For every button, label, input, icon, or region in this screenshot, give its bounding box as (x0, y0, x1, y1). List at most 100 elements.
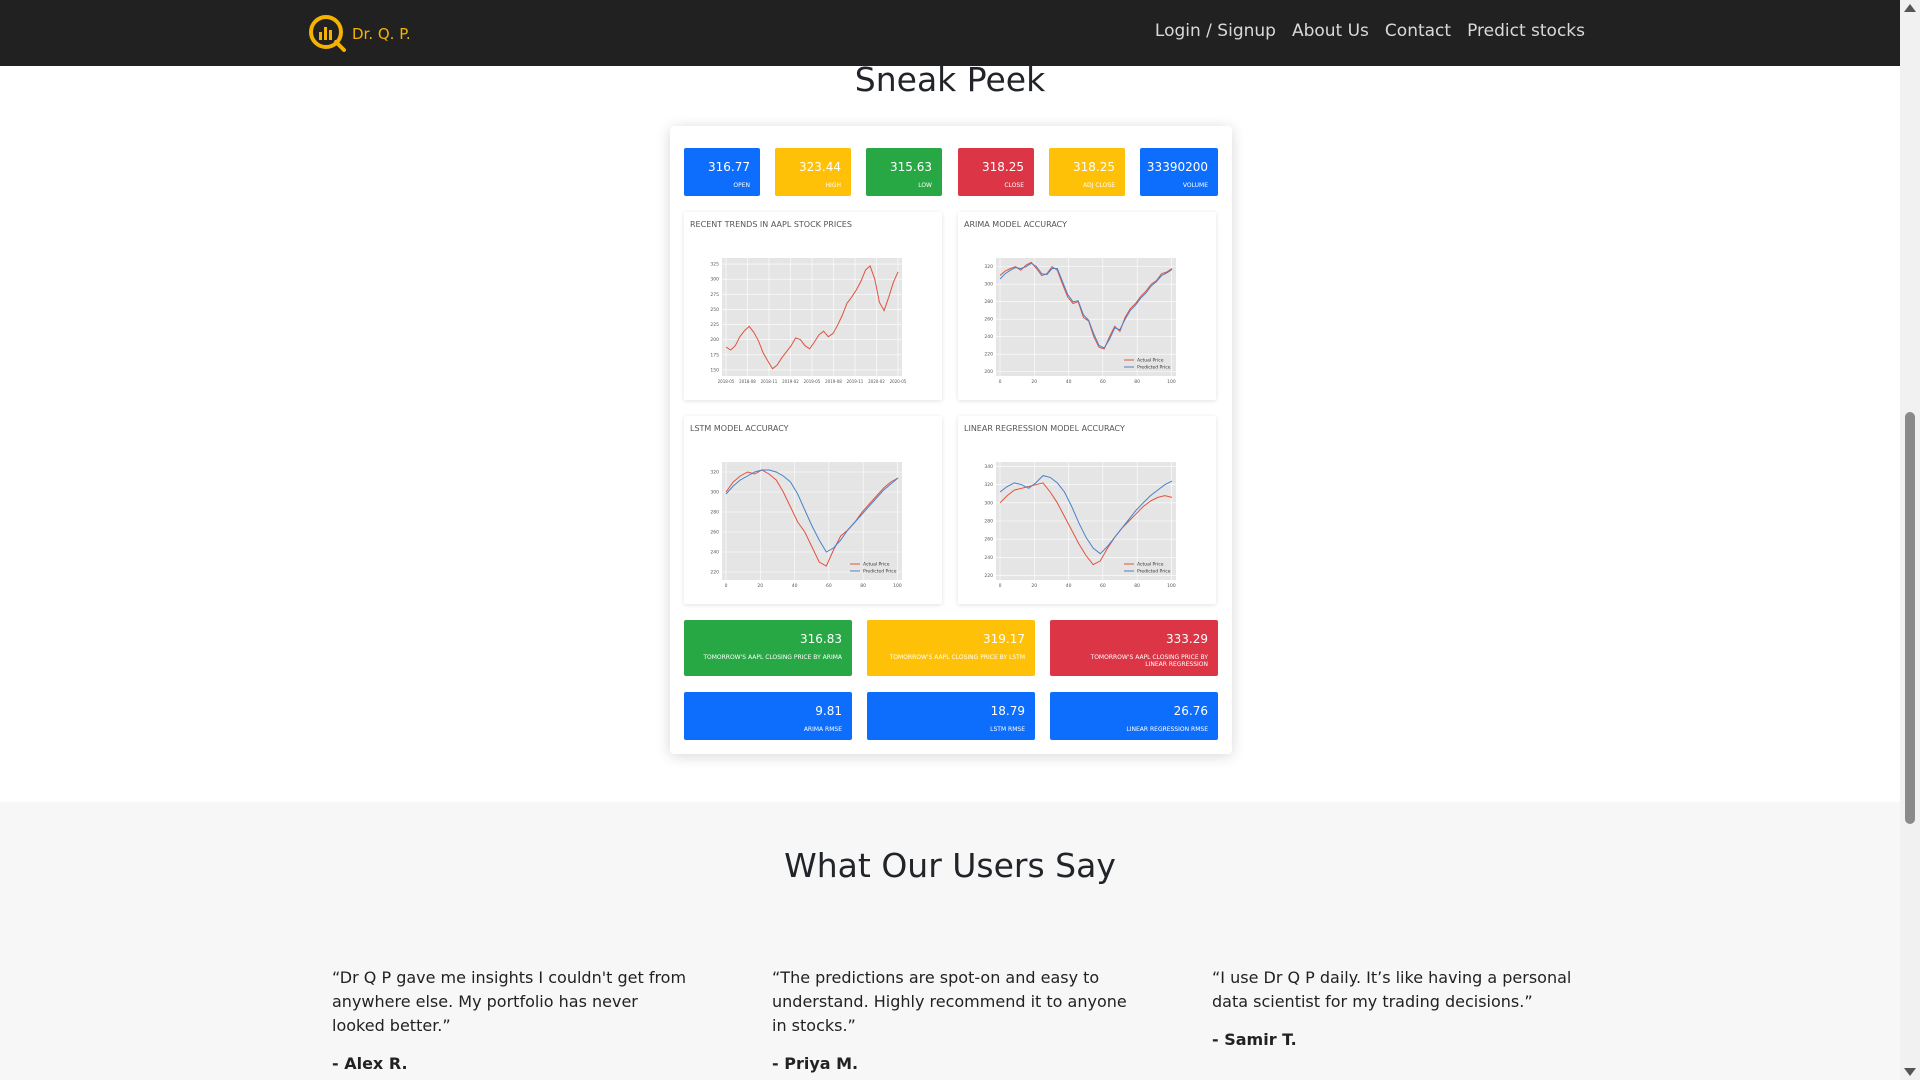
linear-regression-accuracy-chart: 220 240 260 280 300 320 340 0 20 40 60 80 100 Actual … (984, 462, 1176, 589)
prediction-label: TOMORROW'S AAPL CLOSING PRICE BY LINEAR … (1090, 654, 1208, 668)
x-tick-label: 100 (1167, 379, 1176, 385)
brand-name: Dr. Q. P. (352, 25, 411, 43)
testimonial-quote: “I use Dr Q P daily. It’s like having a … (1212, 968, 1572, 1011)
rmse-lstm: 18.79 LSTM RMSE (867, 692, 1035, 740)
stat-adj-close: 318.25 ADJ CLOSE (1049, 148, 1125, 196)
prediction-value: 333.29 (1166, 632, 1208, 646)
scroll-thumb[interactable] (1905, 412, 1915, 824)
y-tick-label: 240 (984, 334, 993, 340)
brand[interactable]: Dr. Q. P. (308, 14, 411, 54)
y-tick-label: 280 (984, 519, 993, 525)
testimonial-card: “I use Dr Q P daily. It’s like having a … (1212, 966, 1572, 1049)
logo-icon (309, 15, 346, 52)
x-tick-label: 2018-08 (739, 379, 756, 384)
legend-label: Actual Price (1137, 358, 1164, 364)
y-tick-label: 320 (984, 264, 993, 270)
y-tick-label: 320 (984, 482, 993, 488)
x-tick-label: 80 (1134, 379, 1140, 385)
x-tick-label: 2019-05 (804, 379, 821, 384)
stat-value: 316.77 (708, 160, 750, 174)
prediction-label: TOMORROW'S AAPL CLOSING PRICE BY ARIMA (703, 654, 842, 661)
y-tick-label: 220 (984, 573, 993, 579)
y-tick-label: 275 (710, 292, 719, 298)
stat-low: 315.63 LOW (866, 148, 942, 196)
nav-links: Login / Signup About Us Contact Predict … (1155, 21, 1585, 41)
legend-label: Actual Price (863, 562, 890, 568)
testimonial-author: - Samir T. (1212, 1030, 1297, 1049)
x-tick-label: 2020-02 (868, 379, 885, 384)
sneak-peek-title: Sneak Peek (854, 60, 1046, 99)
stat-label: ADJ CLOSE (1082, 182, 1115, 189)
legend-label: Predicted Price (863, 569, 897, 575)
prediction-arima: 316.83 TOMORROW'S AAPL CLOSING PRICE BY … (684, 620, 852, 676)
testimonial-quote: “The predictions are spot-on and easy to… (772, 968, 1127, 1035)
x-tick-label: 40 (792, 583, 798, 589)
x-tick-label: 0 (999, 379, 1002, 385)
chart-title: RECENT TRENDS IN AAPL STOCK PRICES (690, 220, 852, 229)
y-tick-label: 220 (710, 570, 719, 576)
rmse-label: LSTM RMSE (990, 726, 1025, 733)
stat-value: 318.25 (1073, 160, 1115, 174)
x-tick-label: 2019-08 (825, 379, 842, 384)
y-tick-label: 300 (710, 277, 719, 283)
testimonial-author: - Alex R. (332, 1054, 408, 1073)
x-tick-label: 40 (1066, 379, 1072, 385)
rmse-label: ARIMA RMSE (803, 726, 842, 733)
testimonials-title: What Our Users Say (784, 846, 1116, 885)
scroll-up-arrow-icon[interactable] (1904, 4, 1916, 12)
prediction-label: TOMORROW'S AAPL CLOSING PRICE BY LSTM (889, 654, 1025, 661)
nav-link-predict-stocks[interactable]: Predict stocks (1467, 21, 1585, 41)
prediction-lstm: 319.17 TOMORROW'S AAPL CLOSING PRICE BY … (867, 620, 1035, 676)
y-tick-label: 340 (984, 464, 993, 470)
x-tick-label: 20 (1031, 379, 1037, 385)
y-tick-label: 280 (710, 510, 719, 516)
stat-label: CLOSE (1004, 182, 1024, 189)
rmse-label: LINEAR REGRESSION RMSE (1126, 726, 1208, 733)
rmse-linear-regression: 26.76 LINEAR REGRESSION RMSE (1050, 692, 1218, 740)
x-tick-label: 2018-05 (718, 379, 735, 384)
prediction-linear-regression: 333.29 TOMORROW'S AAPL CLOSING PRICE BY … (1050, 620, 1218, 676)
lstm-accuracy-chart: 220 240 260 280 300 320 0 20 40 60 80 100 Actual Pri… (710, 462, 902, 589)
rmse-arima: 9.81 ARIMA RMSE (684, 692, 852, 740)
y-tick-label: 150 (710, 367, 719, 373)
stat-value: 33390200 (1146, 160, 1208, 174)
stat-label: HIGH (825, 182, 841, 189)
page-scrollbar[interactable] (1900, 0, 1920, 1080)
chart-card-lstm: LSTM MODEL ACCURACY 220 240 260 280 300 320 0 2… (684, 416, 942, 604)
x-tick-label: 2020-05 (890, 379, 907, 384)
nav-link-contact[interactable]: Contact (1385, 21, 1451, 41)
chart-card-recent-trends: RECENT TRENDS IN AAPL STOCK PRICES 150 17… (684, 212, 942, 400)
x-tick-label: 80 (1134, 583, 1140, 589)
stat-volume: 33390200 VOLUME (1140, 148, 1218, 196)
stat-high: 323.44 HIGH (775, 148, 851, 196)
y-tick-label: 320 (710, 470, 719, 476)
chart-title: LSTM MODEL ACCURACY (690, 424, 789, 433)
chart-card-arima: ARIMA MODEL ACCURACY 200 220 240 260 280 300 3… (958, 212, 1216, 400)
x-tick-label: 2019-02 (782, 379, 799, 384)
y-tick-label: 300 (984, 282, 993, 288)
x-tick-label: 2018-11 (761, 379, 778, 384)
y-tick-label: 300 (984, 500, 993, 506)
y-tick-label: 200 (984, 369, 993, 375)
navbar: Dr. Q. P. Login / Signup About Us Contac… (0, 0, 1900, 66)
stat-close: 318.25 CLOSE (958, 148, 1034, 196)
x-tick-label: 60 (826, 583, 832, 589)
scroll-down-arrow-icon[interactable] (1904, 1068, 1916, 1076)
y-tick-label: 260 (984, 317, 993, 323)
x-tick-label: 0 (999, 583, 1002, 589)
testimonial-card: “The predictions are spot-on and easy to… (772, 966, 1132, 1073)
stat-value: 315.63 (890, 160, 932, 174)
nav-link-login-signup[interactable]: Login / Signup (1155, 21, 1276, 41)
prediction-value: 316.83 (800, 632, 842, 646)
y-tick-label: 200 (710, 337, 719, 343)
x-tick-label: 100 (893, 583, 902, 589)
testimonial-author: - Priya M. (772, 1054, 859, 1073)
x-tick-label: 80 (860, 583, 866, 589)
y-tick-label: 175 (710, 352, 719, 358)
prediction-value: 319.17 (983, 632, 1025, 646)
stat-label: VOLUME (1182, 182, 1208, 189)
recent-trends-chart: 150 175 200 225 250 275 300 325 2018-05 2018-08 20… (710, 258, 907, 384)
y-tick-label: 325 (710, 262, 719, 268)
testimonial-quote: “Dr Q P gave me insights I couldn't get … (332, 968, 687, 1035)
nav-link-about-us[interactable]: About Us (1292, 21, 1369, 41)
